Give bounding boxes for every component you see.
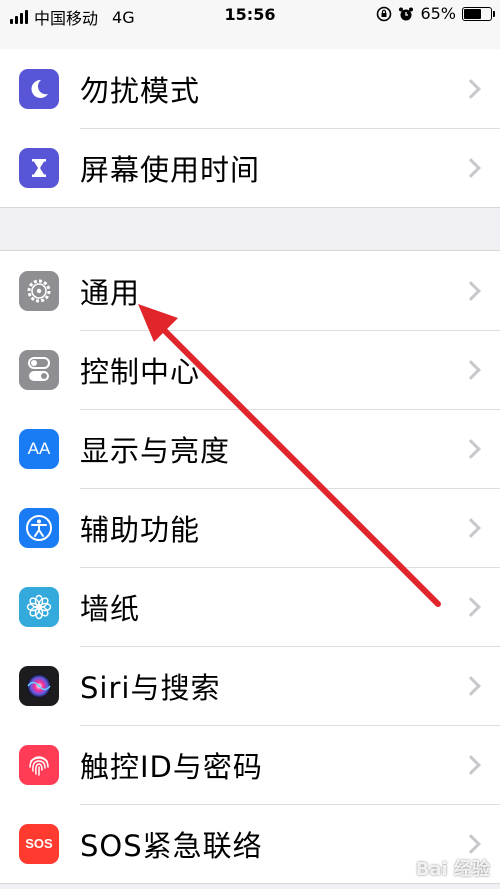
settings-row-control-center[interactable]: 控制中心	[0, 330, 500, 409]
row-label: 辅助功能	[80, 512, 201, 547]
chevron-right-icon	[461, 78, 481, 99]
chevron-right-icon	[461, 833, 481, 854]
row-label: SOS紧急联络	[80, 828, 263, 863]
status-right: 65%	[376, 4, 495, 23]
alarm-icon	[399, 7, 414, 20]
chevron-right-icon	[461, 438, 481, 459]
gear-icon	[19, 270, 59, 311]
settings-row-general[interactable]: 通用	[0, 251, 500, 330]
chevron-right-icon	[461, 517, 481, 538]
settings-row-screen-time[interactable]: 屏幕使用时间	[0, 128, 500, 207]
settings-row-accessibility[interactable]: 辅助功能	[0, 488, 500, 567]
sos-icon-text: SOS	[25, 836, 53, 851]
watermark: Bai 经验	[415, 859, 490, 880]
siri-icon	[19, 665, 59, 706]
toggle-icon	[19, 349, 59, 390]
chevron-right-icon	[461, 675, 481, 696]
sos-icon: SOS	[19, 823, 59, 864]
settings-row-touch-id[interactable]: 触控ID与密码	[0, 725, 500, 804]
battery-fill	[464, 8, 481, 19]
settings-group-general: 通用 控制中心 AA 显示与亮度 辅助功能 墙纸 Siri与搜索 触控ID与密码…	[0, 250, 500, 884]
row-label: 触控ID与密码	[80, 749, 263, 784]
accessibility-icon	[19, 507, 59, 548]
moon-icon	[19, 68, 59, 109]
row-label: 显示与亮度	[80, 433, 231, 468]
settings-row-wallpaper[interactable]: 墙纸	[0, 567, 500, 646]
flower-icon	[19, 586, 59, 627]
aa-icon: AA	[19, 428, 59, 469]
hourglass-icon	[19, 147, 59, 188]
fingerprint-icon	[19, 744, 59, 785]
battery-icon	[462, 6, 495, 21]
row-label: 屏幕使用时间	[80, 152, 261, 187]
row-label: 控制中心	[80, 354, 201, 389]
chevron-right-icon	[461, 280, 481, 301]
aa-icon-text: AA	[27, 438, 51, 458]
rotation-lock-icon	[377, 6, 392, 21]
status-bar: 中国移动 4G 15:56 65%	[0, 0, 500, 30]
row-label: Siri与搜索	[80, 670, 221, 705]
settings-row-do-not-disturb[interactable]: 勿扰模式	[0, 49, 500, 128]
row-label: 通用	[80, 275, 141, 310]
row-label: 勿扰模式	[80, 73, 201, 108]
chevron-right-icon	[461, 157, 481, 178]
settings-group-focus: 勿扰模式 屏幕使用时间	[0, 49, 500, 208]
row-label: 墙纸	[80, 591, 141, 626]
chevron-right-icon	[461, 596, 481, 617]
settings-row-display[interactable]: AA 显示与亮度	[0, 409, 500, 488]
chevron-right-icon	[461, 754, 481, 775]
battery-percent: 65%	[420, 4, 456, 23]
settings-row-siri[interactable]: Siri与搜索	[0, 646, 500, 725]
chevron-right-icon	[461, 359, 481, 380]
